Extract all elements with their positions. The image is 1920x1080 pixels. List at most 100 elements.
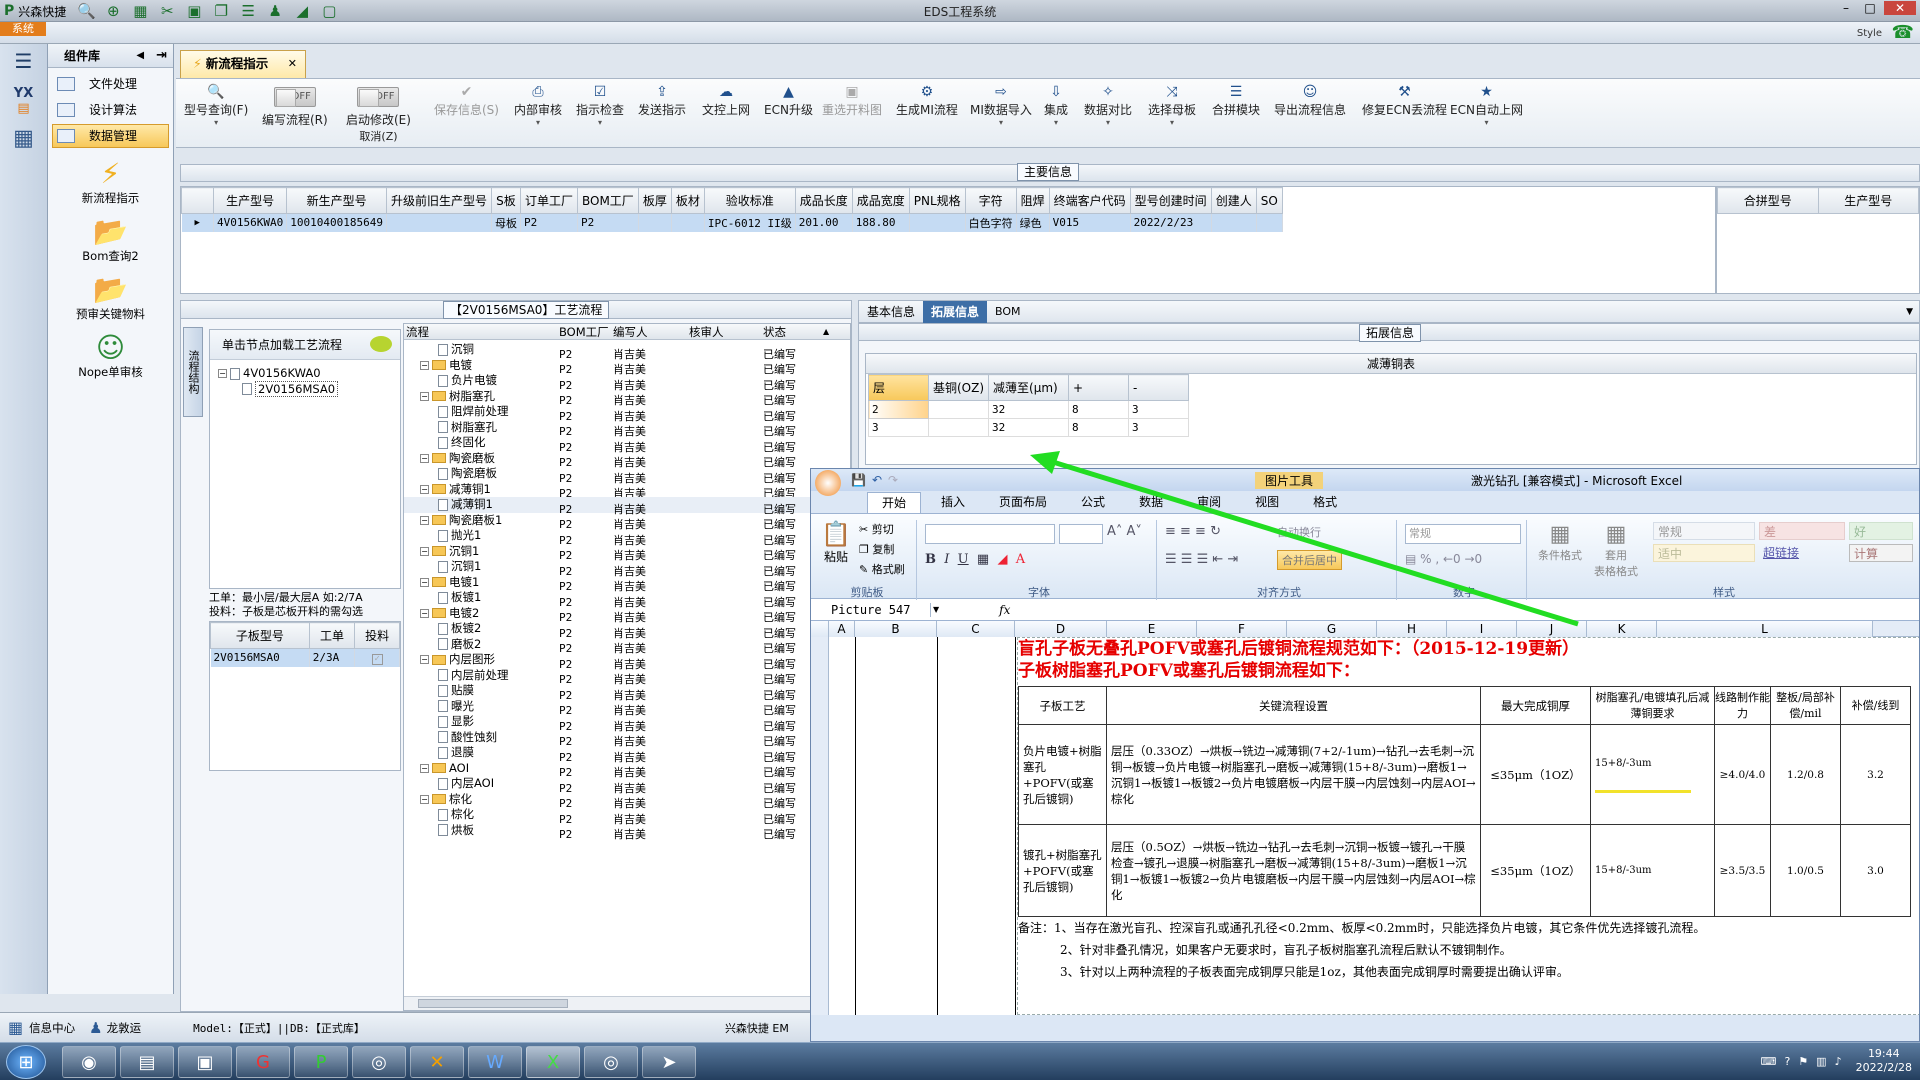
list-item[interactable]: 阻焊前处理 P2 肖吉美 已编写: [404, 404, 850, 423]
list-item[interactable]: 沉铜1 P2 肖吉美 已编写: [404, 559, 850, 578]
module-item-data[interactable]: 数据管理: [52, 124, 169, 148]
tab-flow-structure[interactable]: 流程结构: [183, 327, 203, 417]
column-header[interactable]: 字符: [964, 187, 1017, 214]
table-cell[interactable]: P2: [577, 213, 639, 232]
list-item[interactable]: − 电镀2 P2 肖吉美 已编写: [404, 606, 850, 624]
expand-icon[interactable]: −: [420, 577, 429, 587]
column-header[interactable]: 订单工厂: [519, 187, 578, 214]
cut-button[interactable]: ✂ 剪切: [859, 520, 905, 540]
flow-node[interactable]: 退膜: [404, 745, 559, 761]
flow-node[interactable]: 减薄铜1: [404, 497, 559, 513]
table-cell[interactable]: IPC-6012 II级: [704, 213, 796, 232]
list-item[interactable]: 减薄铜1 P2 肖吉美 已编写: [404, 497, 850, 516]
list-item[interactable]: 曝光 P2 肖吉美 已编写: [404, 699, 850, 717]
network-icon[interactable]: ▥: [1816, 1055, 1826, 1068]
word-app-icon[interactable]: W: [468, 1046, 522, 1078]
cell-minus[interactable]: 3: [1128, 400, 1190, 419]
expand-icon[interactable]: −: [420, 546, 429, 556]
table-cell[interactable]: 4V0156KWA0: [213, 213, 288, 232]
column-header[interactable]: +: [1068, 374, 1130, 401]
list-item[interactable]: 显影 P2 肖吉美 已编写: [404, 714, 850, 733]
merge-center-button[interactable]: 合并后居中: [1277, 550, 1342, 570]
module-item-file[interactable]: 文件处理: [52, 72, 169, 96]
pin-icon[interactable]: ⇥: [156, 48, 167, 63]
cancel-label[interactable]: 取消(Z): [346, 128, 411, 144]
number-format-select[interactable]: 常规: [1405, 524, 1521, 544]
flow-node[interactable]: 阻焊前处理: [404, 404, 559, 420]
bold-italic-underline[interactable]: B I U ▦ ◢ A: [925, 552, 1025, 567]
list-item[interactable]: 树脂塞孔 P2 肖吉美 已编写: [404, 420, 850, 438]
flow-node[interactable]: − 内层图形: [404, 652, 559, 668]
calculator-icon[interactable]: ▦: [8, 126, 40, 158]
column-header[interactable]: 生产型号: [1817, 187, 1919, 214]
chevron-down-icon[interactable]: ▼: [1906, 307, 1913, 317]
scroll-thumb[interactable]: [418, 999, 568, 1008]
list-item[interactable]: − 电镀1 P2 肖吉美 已编写: [404, 575, 850, 593]
column-header[interactable]: S板: [490, 187, 521, 214]
mi-import-button[interactable]: ⇨ MI数据导入 ▾: [970, 83, 1032, 127]
help-icon[interactable]: ?: [1784, 1055, 1790, 1068]
column-header[interactable]: 减薄至(μm): [988, 374, 1070, 401]
toggle-switch[interactable]: OFF: [357, 87, 400, 107]
flow-node[interactable]: 显影: [404, 714, 559, 730]
select-all-corner[interactable]: [811, 620, 829, 637]
column-header[interactable]: 基铜(OZ): [927, 374, 990, 401]
redo-icon[interactable]: ↷: [888, 473, 898, 487]
column-header[interactable]: 成品宽度: [851, 187, 910, 214]
column-header[interactable]: E: [1107, 620, 1197, 637]
tab-new-flow[interactable]: ⚡ 新流程指示 ✕: [180, 50, 306, 78]
tab-formulas[interactable]: 公式: [1067, 492, 1119, 512]
flow-node[interactable]: 内层AOI: [404, 776, 559, 792]
flag-icon[interactable]: ⚑: [1798, 1055, 1808, 1068]
flow-node[interactable]: − 陶瓷磨板1: [404, 513, 559, 529]
select-mother-board-button[interactable]: ⤨ 选择母板 ▾: [1148, 83, 1196, 127]
column-header[interactable]: 核审人: [689, 324, 763, 340]
flow-node[interactable]: 曝光: [404, 699, 559, 715]
flow-node[interactable]: 沉铜: [404, 342, 559, 358]
tab-format[interactable]: 格式: [1299, 492, 1351, 512]
column-header[interactable]: 升级前旧生产型号: [385, 187, 492, 214]
table-cell[interactable]: [1256, 213, 1283, 232]
list-item[interactable]: 沉铜 P2 肖吉美 已编写: [404, 342, 850, 361]
film-icon[interactable]: ▣: [182, 1, 206, 21]
column-header[interactable]: 成品长度: [794, 187, 853, 214]
big-item-bom-query[interactable]: 📂 Bom查询2: [48, 216, 173, 264]
shell-app-icon[interactable]: ◉: [62, 1046, 116, 1078]
g-app-icon[interactable]: G: [236, 1046, 290, 1078]
wrap-text-button[interactable]: 自动换行: [1277, 524, 1321, 540]
list-item[interactable]: 贴膜 P2 肖吉美 已编写: [404, 683, 850, 702]
column-header[interactable]: K: [1587, 620, 1657, 637]
export-flow-button[interactable]: ☺ 导出流程信息: [1274, 83, 1346, 118]
x-app-icon[interactable]: ✕: [410, 1046, 464, 1078]
font-name-select[interactable]: [925, 524, 1055, 544]
list-item[interactable]: 退膜 P2 肖吉美 已编写: [404, 745, 850, 764]
list-item[interactable]: − 内层图形 P2 肖吉美 已编写: [404, 652, 850, 671]
model-query-button[interactable]: 🔍 型号查询(F) ▾: [184, 83, 248, 127]
list-item[interactable]: − 树脂塞孔 P2 肖吉美 已编写: [404, 389, 850, 407]
column-header[interactable]: 阻焊: [1015, 187, 1050, 214]
column-header[interactable]: 板材: [670, 187, 705, 214]
notepad-app-icon[interactable]: ▤: [120, 1046, 174, 1078]
font-color-icon[interactable]: A: [1016, 552, 1025, 567]
info-center-label[interactable]: 信息中心: [29, 1020, 75, 1036]
start-button-icon[interactable]: ⊞: [6, 1045, 46, 1079]
style-bad[interactable]: 差: [1759, 522, 1845, 540]
generate-mi-button[interactable]: ⚙ 生成MI流程: [896, 83, 958, 118]
table-cell[interactable]: [1211, 213, 1257, 232]
flow-node[interactable]: 磨板2: [404, 637, 559, 653]
list-item[interactable]: 磨板2 P2 肖吉美 已编写: [404, 637, 850, 655]
chart-icon[interactable]: ◢: [290, 1, 314, 21]
style-label[interactable]: Style: [1857, 28, 1882, 39]
conditional-format-button[interactable]: ▦ 条件格式: [1535, 522, 1585, 563]
list-item[interactable]: 内层前处理 P2 肖吉美 已编写: [404, 668, 850, 686]
minimize-icon[interactable]: –: [1836, 1, 1856, 15]
column-header[interactable]: B: [855, 620, 937, 637]
column-header[interactable]: 合拼型号: [1717, 187, 1819, 214]
column-header[interactable]: I: [1447, 620, 1517, 637]
style-good[interactable]: 好: [1849, 522, 1913, 540]
close-tab-icon[interactable]: ✕: [288, 51, 297, 77]
big-item-nope-review[interactable]: ☺ Nope单审核: [48, 332, 173, 380]
copy-icon[interactable]: ❐: [209, 1, 233, 21]
monitor-icon[interactable]: ▢: [317, 1, 341, 21]
column-header[interactable]: PNL规格: [908, 187, 966, 214]
